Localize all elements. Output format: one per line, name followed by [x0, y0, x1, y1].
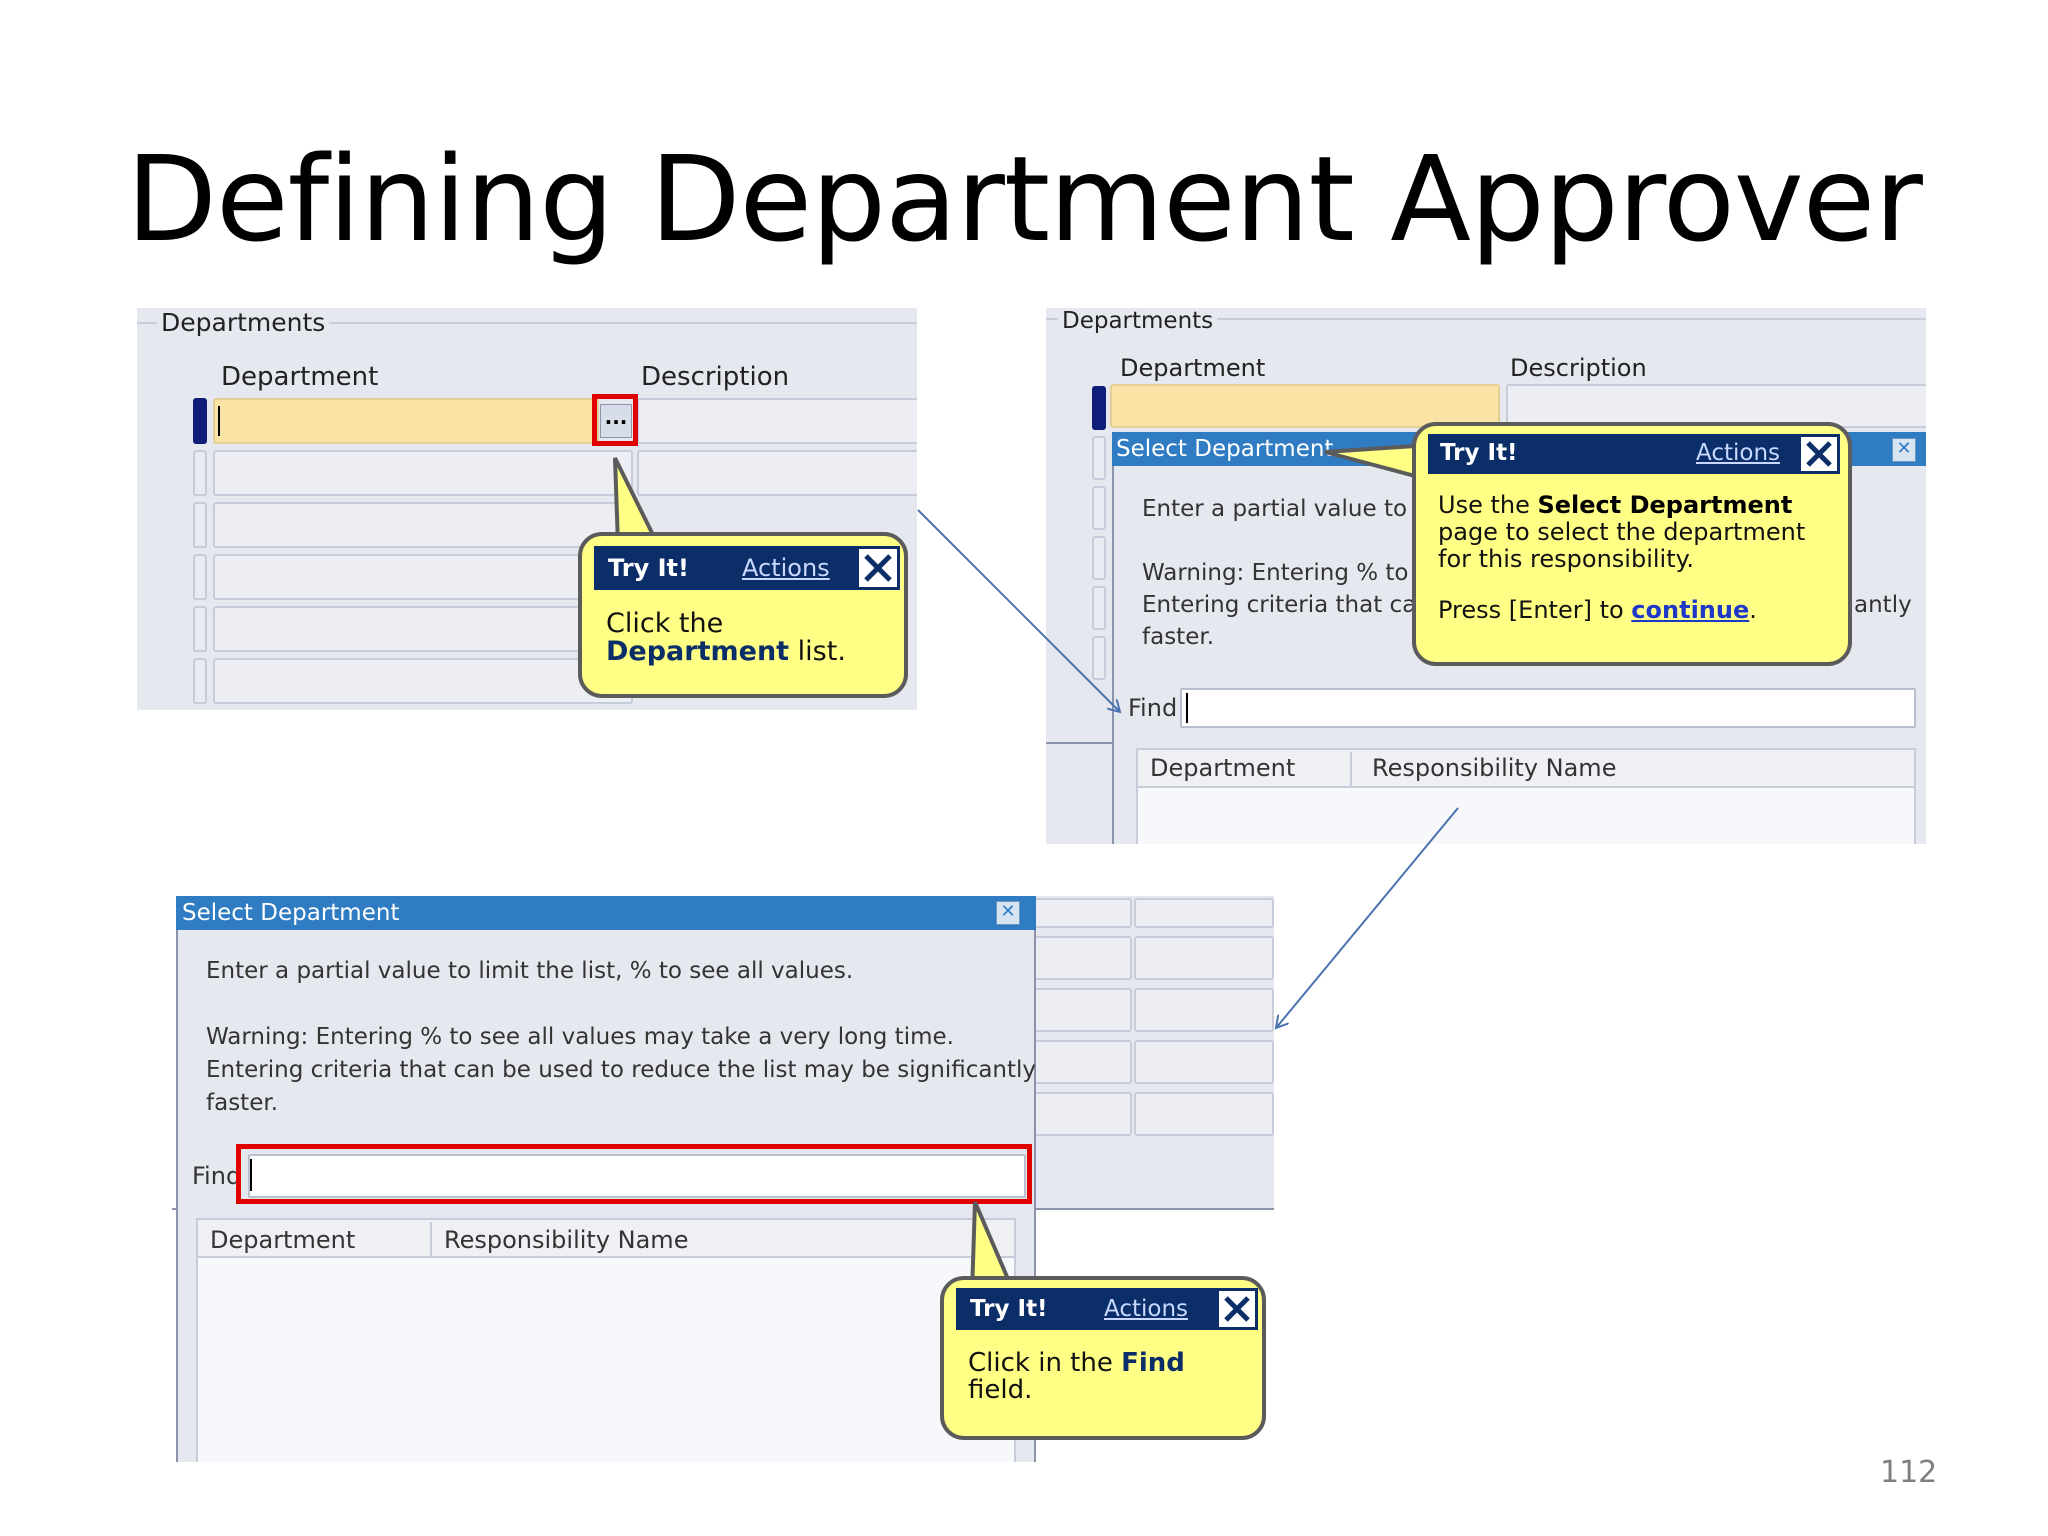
- flow-arrow: [917, 509, 1120, 712]
- flow-arrow: [1276, 807, 1459, 1028]
- flow-arrows: [917, 509, 1459, 1536]
- slide-page-number: 112: [1880, 1455, 1938, 1490]
